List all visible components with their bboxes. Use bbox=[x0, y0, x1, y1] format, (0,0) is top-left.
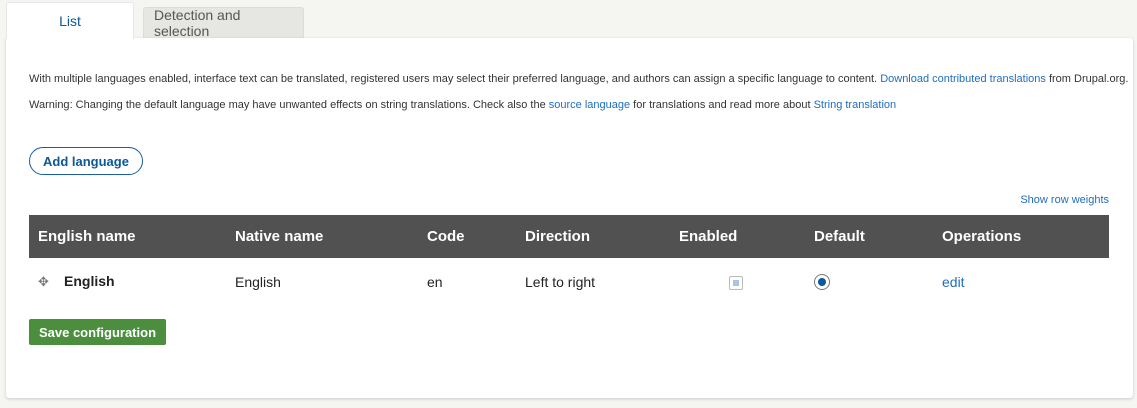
header-enabled: Enabled bbox=[679, 228, 738, 245]
drag-handle-icon[interactable]: ✥ bbox=[38, 274, 54, 290]
header-operations: Operations bbox=[942, 228, 1022, 245]
description-body: With multiple languages enabled, interfa… bbox=[29, 73, 881, 85]
table-header-row: English name Native name Code Direction … bbox=[29, 215, 1109, 258]
enabled-checkbox[interactable] bbox=[729, 275, 743, 290]
direction: Left to right bbox=[525, 273, 596, 290]
download-translations-link[interactable]: Download contributed translations bbox=[880, 73, 1046, 85]
table-row: ✥ English English en Left to right edit bbox=[29, 258, 1109, 305]
english-name-cell: ✥ English bbox=[29, 258, 226, 305]
default-cell bbox=[805, 258, 933, 305]
warning-body: : Changing the default language may have… bbox=[69, 99, 549, 111]
header-default: Default bbox=[814, 228, 865, 245]
language-table: English name Native name Code Direction … bbox=[29, 215, 1109, 305]
tab-bar: List Detection and selection bbox=[6, 2, 304, 39]
header-native-name: Native name bbox=[235, 228, 324, 245]
header-code: Code bbox=[427, 228, 465, 245]
operations-cell: edit bbox=[933, 258, 1109, 305]
header-english-name: English name bbox=[38, 228, 136, 245]
description-text: With multiple languages enabled, interfa… bbox=[29, 73, 1128, 85]
add-language-button[interactable]: Add language bbox=[29, 147, 143, 175]
language-code: en bbox=[427, 273, 443, 290]
tab-detection-and-selection[interactable]: Detection and selection bbox=[143, 7, 304, 39]
description-suffix: from Drupal.org. bbox=[1045, 73, 1129, 85]
english-name: English bbox=[64, 273, 115, 289]
warning-text: Warning: Changing the default language m… bbox=[29, 99, 896, 111]
default-radio[interactable] bbox=[814, 274, 830, 291]
header-direction: Direction bbox=[525, 228, 591, 245]
string-translation-link[interactable]: String translation bbox=[814, 99, 897, 111]
native-name: English bbox=[235, 273, 281, 290]
save-configuration-button[interactable]: Save configuration bbox=[29, 319, 166, 345]
warning-label: Warning bbox=[29, 99, 70, 111]
source-language-link[interactable]: source language bbox=[549, 99, 630, 111]
tab-list[interactable]: List bbox=[6, 2, 134, 39]
warning-middle: for translations and read more about bbox=[630, 99, 814, 111]
edit-link[interactable]: edit bbox=[942, 274, 965, 290]
show-row-weights-link[interactable]: Show row weights bbox=[1020, 194, 1109, 206]
content-panel: With multiple languages enabled, interfa… bbox=[6, 38, 1133, 398]
enabled-cell bbox=[670, 258, 805, 305]
